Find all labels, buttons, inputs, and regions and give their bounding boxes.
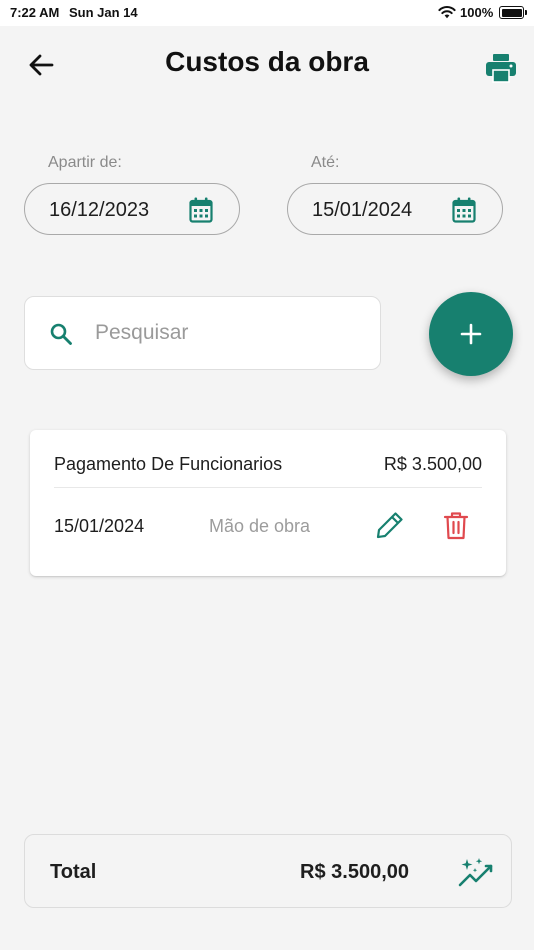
- total-bar: Total R$ 3.500,00: [24, 834, 512, 908]
- from-date-label: Apartir de:: [48, 154, 122, 171]
- to-date-value: 15/01/2024: [312, 199, 413, 221]
- cost-category: Mão de obra: [209, 516, 311, 536]
- to-date-field[interactable]: 15/01/2024: [287, 183, 503, 235]
- search-input[interactable]: [95, 313, 365, 353]
- from-date-field[interactable]: 16/12/2023: [24, 183, 240, 235]
- to-date-label: Até:: [311, 154, 340, 171]
- battery-icon: [499, 6, 527, 19]
- trash-icon[interactable]: [443, 511, 469, 540]
- status-time: 7:22 AM: [10, 5, 60, 20]
- page-title: Custos da obra: [165, 46, 369, 77]
- cost-amount: R$ 3.500,00: [383, 454, 482, 474]
- search-box: [24, 296, 381, 370]
- cost-date: 15/01/2024: [54, 516, 145, 536]
- sparkle-chart-icon[interactable]: [458, 857, 494, 889]
- from-date-value: 16/12/2023: [49, 199, 150, 221]
- status-date: Sun Jan 14: [69, 5, 138, 20]
- search-icon: [50, 323, 72, 345]
- total-label: Total: [50, 861, 97, 883]
- printer-icon[interactable]: [485, 53, 517, 83]
- status-bar: 7:22 AM Sun Jan 14 100%: [0, 0, 534, 26]
- calendar-icon: [189, 197, 213, 223]
- screen: 7:22 AM Sun Jan 14 100% Custos da obra A…: [0, 0, 534, 950]
- plus-icon: [460, 323, 482, 345]
- add-cost-button[interactable]: [429, 292, 513, 376]
- wifi-icon: [438, 6, 456, 19]
- calendar-icon: [452, 197, 476, 223]
- cost-description: Pagamento De Funcionarios: [54, 454, 283, 474]
- cost-item-card[interactable]: Pagamento De Funcionarios R$ 3.500,00 15…: [30, 430, 506, 576]
- pencil-icon[interactable]: [375, 510, 405, 540]
- battery-percent: 100%: [460, 5, 494, 20]
- card-divider: [54, 487, 482, 488]
- total-value: R$ 3.500,00: [300, 861, 409, 883]
